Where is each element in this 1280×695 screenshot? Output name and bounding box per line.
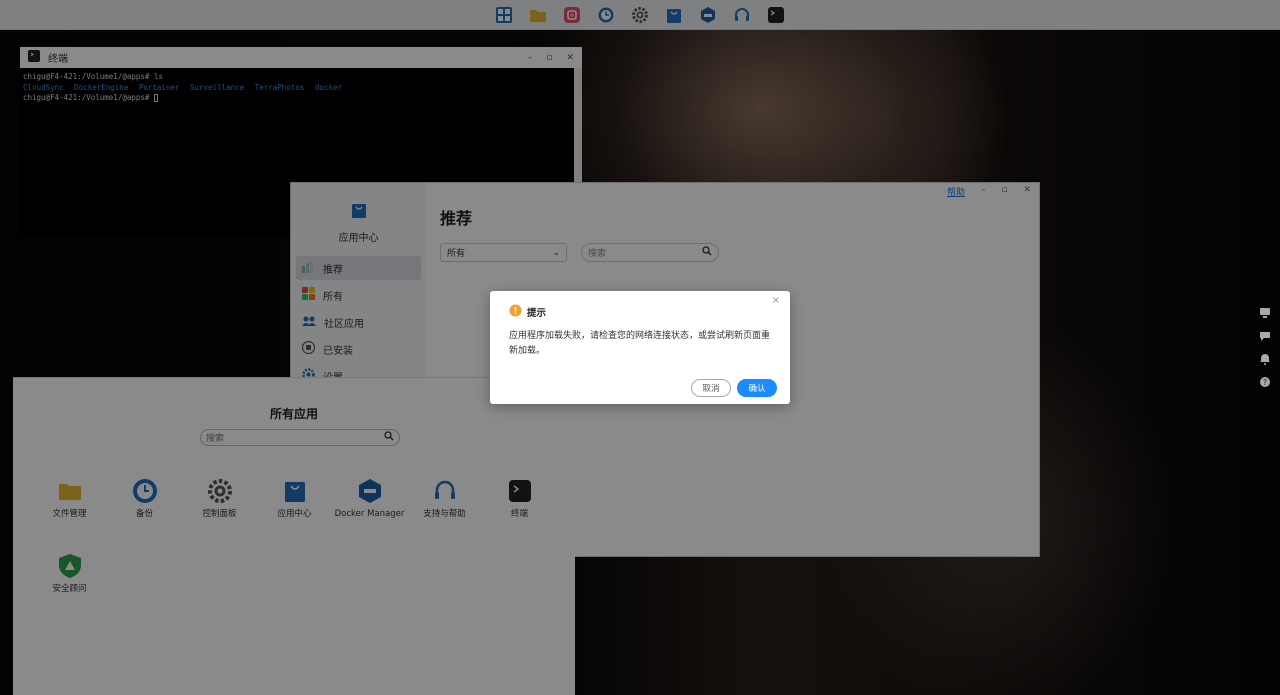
close-icon[interactable]: ×: [772, 295, 780, 306]
alert-dialog: 提示 × 应用程序加载失败，请检查您的网络连接状态，或尝试刷新页面重新加载。 取…: [490, 291, 790, 404]
confirm-button[interactable]: 确认: [737, 379, 777, 397]
svg-text:?: ?: [1263, 378, 1267, 387]
notification-bell-icon[interactable]: [1258, 352, 1272, 366]
remote-desktop-icon[interactable]: [1258, 306, 1272, 320]
chat-icon[interactable]: [1258, 329, 1272, 343]
dialog-message: 应用程序加载失败，请检查您的网络连接状态，或尝试刷新页面重新加载。: [509, 331, 771, 356]
cancel-button[interactable]: 取消: [691, 379, 731, 397]
warning-icon: [509, 302, 522, 321]
dialog-title: 提示: [527, 307, 547, 319]
help-icon[interactable]: ?: [1258, 375, 1272, 389]
